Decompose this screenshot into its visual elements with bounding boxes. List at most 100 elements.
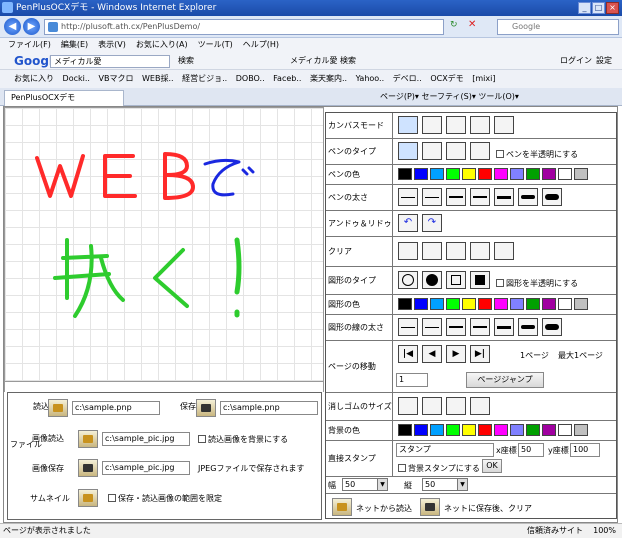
color-swatch[interactable] [526,424,540,436]
google-search-button[interactable]: 検索 [178,52,194,70]
color-swatch[interactable] [494,298,508,310]
color-swatch[interactable] [574,298,588,310]
line-width-option[interactable] [518,188,538,206]
back-button[interactable]: ◀ [4,18,21,35]
color-swatch[interactable] [430,298,444,310]
menu-tools[interactable]: ツール(T) [198,38,233,52]
fav-item[interactable]: VBマクロ [99,74,134,83]
color-swatch[interactable] [446,298,460,310]
color-swatch[interactable] [414,168,428,180]
refresh-icon[interactable]: ↻ [450,20,458,30]
fav-item[interactable]: Yahoo.. [356,74,385,83]
net-save-button[interactable] [420,498,440,516]
pen-type-1-icon[interactable] [398,142,418,160]
line-width-option[interactable] [398,188,418,206]
menu-view[interactable]: 表示(V) [98,38,126,52]
color-swatch[interactable] [462,298,476,310]
menu-file[interactable]: ファイル(F) [8,38,51,52]
shape-semi-checkbox[interactable]: 図形を半透明にする [496,278,578,289]
width-select[interactable]: 50 ▼ [342,478,388,491]
image-save-button[interactable] [78,459,98,477]
stop-icon[interactable]: ✕ [468,19,476,30]
color-swatch[interactable] [430,424,444,436]
tab-penplus[interactable]: PenPlusOCXデモ [4,90,124,106]
color-swatch[interactable] [526,298,540,310]
first-page-icon[interactable]: |◀ [398,345,418,363]
eraser-size-3-icon[interactable] [446,397,466,415]
color-swatch[interactable] [510,424,524,436]
fav-item[interactable]: Docki.. [63,74,90,83]
bg-stamp-checkbox[interactable]: 背景スタンプにする [398,463,480,474]
x-coord-input[interactable]: 50 [518,443,544,457]
google-bookmark-link[interactable]: メディカル愛 検索 [290,52,356,70]
color-swatch[interactable] [510,168,524,180]
color-swatch[interactable] [430,168,444,180]
page-jump-button[interactable]: ページジャンプ [466,372,544,388]
limit-range-checkbox[interactable]: 保存・読込画像の範囲を限定 [108,493,222,504]
color-swatch[interactable] [542,424,556,436]
color-swatch[interactable] [478,298,492,310]
image-save-path-field[interactable]: c:\sample_pic.jpg [102,461,190,475]
fav-item[interactable]: お気に入り [14,74,54,83]
eraser-size-2-icon[interactable] [422,397,442,415]
line-width-option[interactable] [470,188,490,206]
line-width-option[interactable] [494,188,514,206]
image-read-path-field[interactable]: c:\sample_pic.jpg [102,432,190,446]
last-page-icon[interactable]: ▶| [470,345,490,363]
color-swatch[interactable] [558,168,572,180]
menu-help[interactable]: ヘルプ(H) [243,38,279,52]
fav-item[interactable]: デベロ.. [393,74,422,83]
color-swatch[interactable] [462,424,476,436]
color-swatch[interactable] [526,168,540,180]
page-number-input[interactable]: 1 [396,373,428,387]
google-settings-link[interactable]: 設定 [596,52,612,70]
fav-item[interactable]: OCXデモ [430,74,463,83]
fav-item[interactable]: Faceb.. [273,74,301,83]
redo-icon[interactable]: ↷ [422,214,442,232]
color-swatch[interactable] [398,298,412,310]
color-swatch[interactable] [510,298,524,310]
color-swatch[interactable] [462,168,476,180]
line-width-option[interactable] [446,188,466,206]
pen-mode-icon[interactable] [398,116,418,134]
eraser-size-4-icon[interactable] [470,397,490,415]
y-coord-input[interactable]: 100 [570,443,600,457]
color-swatch[interactable] [558,298,572,310]
pen-type-2-icon[interactable] [422,142,442,160]
pen-semi-checkbox[interactable]: ペンを半透明にする [496,149,578,160]
fav-item[interactable]: 経営ビジョ.. [182,74,227,83]
color-swatch[interactable] [494,424,508,436]
command-bar[interactable]: ページ(P)▾ セーフティ(S)▾ ツール(O)▾ [380,88,519,106]
forward-button[interactable]: ▶ [23,18,40,35]
color-swatch[interactable] [398,168,412,180]
close-button[interactable]: × [606,2,619,14]
google-search-input[interactable]: メディカル愛 [50,55,170,68]
fav-item[interactable]: 楽天案内.. [310,74,347,83]
color-swatch[interactable] [446,424,460,436]
minimize-button[interactable]: _ [578,2,591,14]
google-login-link[interactable]: ログイン [560,52,592,70]
color-swatch[interactable] [478,168,492,180]
color-swatch[interactable] [446,168,460,180]
color-swatch[interactable] [574,424,588,436]
line-width-option[interactable] [542,188,562,206]
eraser-mode-icon[interactable] [422,116,442,134]
clear-stamp-icon[interactable] [494,242,514,260]
clear-image-icon[interactable] [470,242,490,260]
color-swatch[interactable] [494,168,508,180]
thumbnail-button[interactable] [78,489,98,507]
undo-icon[interactable]: ↶ [398,214,418,232]
open-file-button[interactable] [48,399,68,417]
image-read-button[interactable] [78,430,98,448]
line-width-option[interactable] [494,318,514,336]
pen-type-4-icon[interactable] [470,142,490,160]
line-width-option[interactable] [518,318,538,336]
stamp-mode-icon[interactable] [494,116,514,134]
color-swatch[interactable] [542,298,556,310]
line-width-option[interactable] [470,318,490,336]
line-width-option[interactable] [398,318,418,336]
bg-image-checkbox[interactable]: 読込画像を背景にする [198,434,288,445]
circle-outline-icon[interactable] [398,271,418,289]
line-width-option[interactable] [422,318,442,336]
prev-page-icon[interactable]: ◀ [422,345,442,363]
